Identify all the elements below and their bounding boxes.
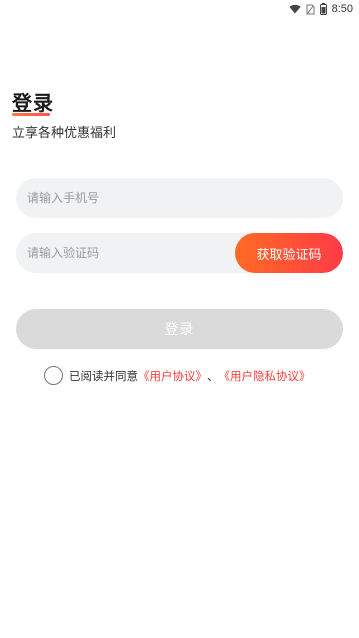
privacy-agreement-link[interactable]: 《用户隐私协议》: [219, 368, 311, 384]
status-time: 8:50: [331, 3, 353, 15]
login-screen: 8:50 登录 立享各种优惠福利 获取验证码 登录 已阅读并同意 《用户协议》 …: [0, 0, 359, 638]
page-title-text: 登录: [12, 91, 54, 115]
agreement-checkbox[interactable]: [44, 366, 63, 385]
phone-input[interactable]: [16, 178, 343, 218]
title-wrap: 登录: [12, 87, 54, 116]
code-field: 获取验证码: [16, 233, 343, 273]
user-agreement-link[interactable]: 《用户协议》: [138, 368, 207, 384]
status-bar: 8:50: [0, 0, 359, 18]
login-button[interactable]: 登录: [16, 309, 343, 349]
sim-icon: [306, 4, 315, 15]
wifi-icon: [288, 4, 301, 14]
page-subtitle: 立享各种优惠福利: [12, 126, 117, 141]
battery-icon: [319, 3, 327, 15]
agreement-separator: 、: [207, 368, 219, 383]
page-title: 登录: [12, 87, 54, 116]
agreement-prefix: 已阅读并同意: [69, 368, 138, 383]
agreement-row: 已阅读并同意 《用户协议》 、 《用户隐私协议》: [44, 366, 311, 385]
get-code-button[interactable]: 获取验证码: [235, 233, 343, 273]
phone-field: [16, 178, 343, 218]
